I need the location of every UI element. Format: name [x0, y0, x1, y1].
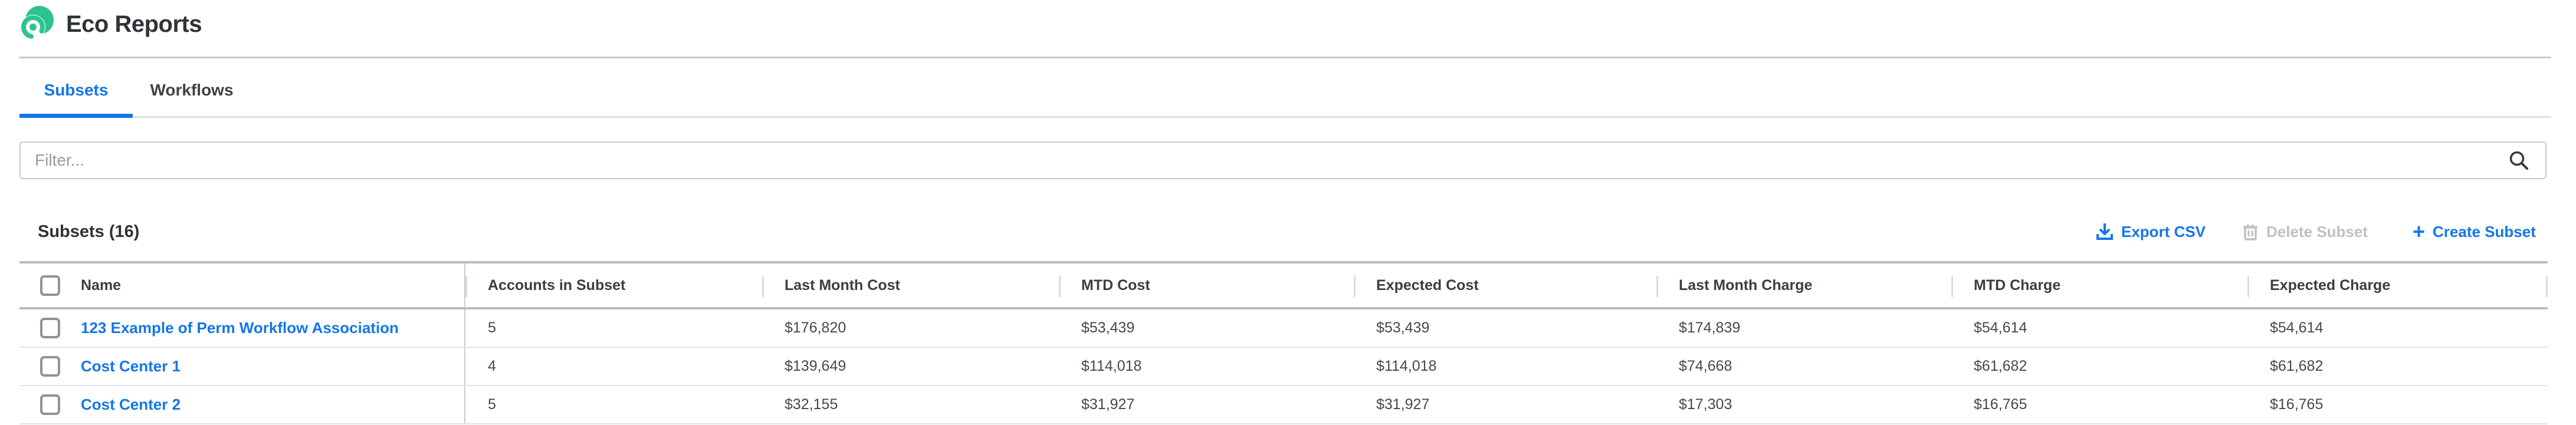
- delete-subset-button[interactable]: Delete Subset: [2242, 219, 2368, 245]
- header-cell-accounts: Accounts in Subset: [465, 263, 762, 307]
- cell-mtd-cost: $114,018: [1059, 348, 1354, 385]
- cell-expected-cost: $53,439: [1354, 309, 1656, 347]
- create-subset-label: Create Subset: [2433, 223, 2536, 241]
- subsets-table: Name Accounts in Subset Last Month Cost …: [19, 261, 2548, 424]
- cell-last-month-charge: $74,668: [1656, 348, 1951, 385]
- header-cell-name: Name: [19, 263, 465, 307]
- tab-workflows[interactable]: Workflows: [133, 70, 251, 111]
- cell-expected-cost: $31,927: [1354, 386, 1656, 423]
- delete-subset-label: Delete Subset: [2266, 223, 2368, 241]
- eco-reports-app: Eco Reports Subsets Workflows Subsets (1…: [0, 0, 2576, 425]
- row-checkbox[interactable]: [40, 394, 60, 415]
- page-header: Eco Reports: [18, 6, 202, 42]
- header-cell-last-month-charge: Last Month Charge: [1656, 263, 1951, 307]
- page-title: Eco Reports: [66, 11, 202, 38]
- cell-mtd-charge: $54,614: [1951, 309, 2247, 347]
- subsets-heading: Subsets (16): [38, 222, 139, 242]
- table-header-row: Name Accounts in Subset Last Month Cost …: [19, 263, 2548, 309]
- tab-bar: Subsets Workflows: [19, 70, 251, 111]
- search-icon[interactable]: [2508, 149, 2530, 172]
- cell-expected-charge: $54,614: [2247, 309, 2548, 347]
- eco-reports-logo-icon: [18, 6, 54, 42]
- subset-name-link[interactable]: Cost Center 1: [81, 357, 181, 375]
- header-cell-expected-cost: Expected Cost: [1354, 263, 1656, 307]
- filter-box: [19, 141, 2547, 179]
- export-csv-button[interactable]: Export CSV: [2096, 219, 2206, 245]
- active-tab-underline: [19, 114, 133, 118]
- download-icon: [2096, 222, 2114, 241]
- plus-icon: +: [2413, 221, 2425, 242]
- tab-subsets[interactable]: Subsets: [19, 70, 133, 111]
- header-cell-last-month-cost: Last Month Cost: [762, 263, 1059, 307]
- cell-mtd-charge: $16,765: [1951, 386, 2247, 423]
- header-cell-expected-charge: Expected Charge: [2247, 263, 2548, 307]
- filter-input[interactable]: [21, 143, 2545, 178]
- cell-expected-charge: $61,682: [2247, 348, 2548, 385]
- column-header-name: Name: [81, 277, 121, 294]
- row-name-cell: Cost Center 2: [19, 386, 465, 423]
- subset-name-link[interactable]: 123 Example of Perm Workflow Association: [81, 319, 399, 337]
- cell-mtd-charge: $61,682: [1951, 348, 2247, 385]
- table-body: 123 Example of Perm Workflow Association…: [19, 309, 2548, 424]
- table-row: 123 Example of Perm Workflow Association…: [19, 309, 2548, 348]
- create-subset-button[interactable]: + Create Subset: [2413, 219, 2536, 245]
- cell-mtd-cost: $53,439: [1059, 309, 1354, 347]
- cell-accounts: 4: [465, 348, 762, 385]
- export-csv-label: Export CSV: [2121, 223, 2206, 241]
- row-checkbox[interactable]: [40, 356, 60, 377]
- row-name-cell: Cost Center 1: [19, 348, 465, 385]
- cell-last-month-cost: $139,649: [762, 348, 1059, 385]
- cell-mtd-cost: $31,927: [1059, 386, 1354, 423]
- cell-accounts: 5: [465, 309, 762, 347]
- cell-accounts: 5: [465, 386, 762, 423]
- cell-last-month-cost: $176,820: [762, 309, 1059, 347]
- table-row: Cost Center 14$139,649$114,018$114,018$7…: [19, 348, 2548, 386]
- cell-expected-cost: $114,018: [1354, 348, 1656, 385]
- cell-last-month-charge: $17,303: [1656, 386, 1951, 423]
- subset-name-link[interactable]: Cost Center 2: [81, 396, 181, 414]
- trash-icon: [2242, 222, 2259, 241]
- select-all-checkbox[interactable]: [40, 275, 60, 296]
- table-row: Cost Center 25$32,155$31,927$31,927$17,3…: [19, 386, 2548, 424]
- cell-last-month-cost: $32,155: [762, 386, 1059, 423]
- header-divider: [19, 57, 2551, 58]
- cell-expected-charge: $16,765: [2247, 386, 2548, 423]
- cell-last-month-charge: $174,839: [1656, 309, 1951, 347]
- header-cell-mtd-cost: MTD Cost: [1059, 263, 1354, 307]
- tabbar-bottom-line: [19, 116, 2551, 118]
- header-cell-mtd-charge: MTD Charge: [1951, 263, 2247, 307]
- row-checkbox[interactable]: [40, 318, 60, 338]
- row-name-cell: 123 Example of Perm Workflow Association: [19, 309, 465, 347]
